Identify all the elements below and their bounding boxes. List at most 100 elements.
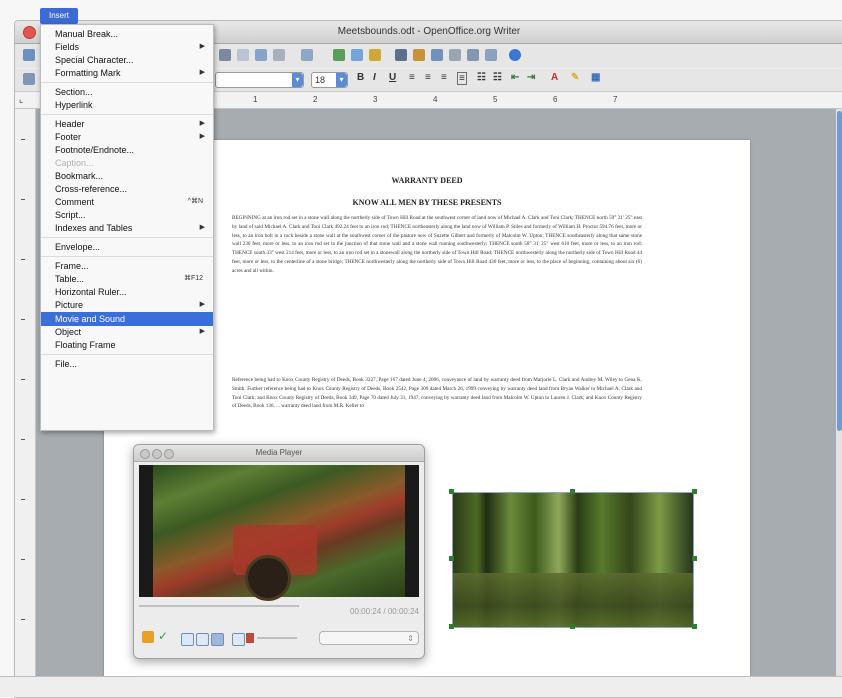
justify-icon[interactable]: ≡ xyxy=(457,72,467,85)
ruler-tick xyxy=(21,199,25,200)
menu-item-special-character[interactable]: Special Character... xyxy=(41,54,213,66)
seek-slider[interactable] xyxy=(139,605,299,607)
paste-icon[interactable] xyxy=(237,49,249,61)
video-frame xyxy=(153,465,405,601)
menu-item-formatting-mark[interactable]: Formatting Mark ▶ xyxy=(41,67,213,79)
menu-item-envelope[interactable]: Envelope... xyxy=(41,241,213,253)
play-button[interactable] xyxy=(181,633,194,646)
font-name-dropdown-icon[interactable]: ▾ xyxy=(292,73,303,87)
menu-item-horizontal-ruler[interactable]: Horizontal Ruler... xyxy=(41,286,213,298)
find-replace-icon[interactable] xyxy=(395,49,407,61)
checkmark-icon[interactable]: ✓ xyxy=(158,629,168,643)
help-icon[interactable] xyxy=(509,49,521,61)
menu-item-script[interactable]: Script... xyxy=(41,209,213,221)
menu-item-fields[interactable]: Fields ▶ xyxy=(41,41,213,53)
selection-handle[interactable] xyxy=(692,556,697,561)
tab-stop-icon[interactable]: ⌞ xyxy=(19,94,23,105)
styles-icon[interactable] xyxy=(23,73,35,85)
menu-item-label: Hyperlink xyxy=(55,100,93,110)
menu-item-footnote-endnote[interactable]: Footnote/Endnote... xyxy=(41,144,213,156)
increase-indent-icon[interactable]: ⇥ xyxy=(527,72,535,83)
menu-item-hyperlink[interactable]: Hyperlink xyxy=(41,99,213,111)
align-left-icon[interactable]: ≡ xyxy=(409,72,415,83)
bold-icon[interactable]: B xyxy=(357,72,364,83)
status-bar xyxy=(0,676,842,697)
background-color-icon[interactable]: ▦ xyxy=(591,72,600,83)
menu-item-object[interactable]: Object ▶ xyxy=(41,326,213,338)
bullets-icon[interactable]: ☷ xyxy=(493,72,502,83)
align-center-icon[interactable]: ≡ xyxy=(425,72,431,83)
menu-item-movie-and-sound[interactable]: Movie and Sound xyxy=(41,312,213,326)
menu-item-label: Comment xyxy=(55,197,95,207)
decrease-indent-icon[interactable]: ⇤ xyxy=(511,72,519,83)
video-tractor-wheel xyxy=(245,555,291,601)
menu-separator xyxy=(41,82,213,83)
menu-item-indexes-and-tables[interactable]: Indexes and Tables ▶ xyxy=(41,222,213,234)
inserted-forest-image[interactable] xyxy=(452,492,694,628)
selection-handle[interactable] xyxy=(692,624,697,629)
volume-slider[interactable] xyxy=(257,637,297,639)
selection-handle[interactable] xyxy=(449,556,454,561)
new-document-icon[interactable] xyxy=(23,49,35,61)
menu-item-cross-reference[interactable]: Cross-reference... xyxy=(41,183,213,195)
ruler-mark: 2 xyxy=(313,95,318,104)
menu-item-table[interactable]: Table... ⌘F12 xyxy=(41,273,213,285)
gallery-icon[interactable] xyxy=(431,49,443,61)
insert-menu-title[interactable]: Insert xyxy=(40,8,78,24)
redo-icon[interactable] xyxy=(301,49,313,61)
highlighting-icon[interactable]: ✎ xyxy=(571,72,579,83)
ruler-mark: 7 xyxy=(613,95,618,104)
menu-item-label: Floating Frame xyxy=(55,340,116,350)
ruler-mark: 5 xyxy=(493,95,498,104)
font-color-icon[interactable]: A xyxy=(551,72,558,83)
menu-item-shortcut: ⌘F12 xyxy=(183,275,203,282)
navigator-icon[interactable] xyxy=(413,49,425,61)
media-player-title: Media Player xyxy=(255,448,303,457)
undo-icon[interactable] xyxy=(273,49,285,61)
selection-handle[interactable] xyxy=(570,489,575,494)
menu-item-label: Bookmark... xyxy=(55,171,104,181)
pause-button[interactable] xyxy=(196,633,209,646)
selection-handle[interactable] xyxy=(692,489,697,494)
font-size-dropdown-icon[interactable]: ▾ xyxy=(336,73,347,87)
menu-item-caption: Caption... xyxy=(41,157,213,169)
font-size-combo[interactable]: 18 ▾ xyxy=(311,72,348,88)
format-paintbrush-icon[interactable] xyxy=(255,49,267,61)
menu-item-header[interactable]: Header ▶ xyxy=(41,118,213,130)
align-right-icon[interactable]: ≡ xyxy=(441,72,447,83)
menu-item-floating-frame[interactable]: Floating Frame xyxy=(41,339,213,351)
selection-handle[interactable] xyxy=(570,624,575,629)
stop-button[interactable] xyxy=(211,633,224,646)
menu-item-comment[interactable]: Comment ^⌘N xyxy=(41,196,213,208)
menu-item-file[interactable]: File... xyxy=(41,358,213,370)
nonprinting-characters-icon[interactable] xyxy=(467,49,479,61)
menu-item-frame[interactable]: Frame... xyxy=(41,260,213,272)
menu-item-picture[interactable]: Picture ▶ xyxy=(41,299,213,311)
copy-icon[interactable] xyxy=(219,49,231,61)
table-icon[interactable] xyxy=(351,49,363,61)
ruler-tick xyxy=(21,259,25,260)
numbering-icon[interactable]: ☷ xyxy=(477,72,486,83)
menu-item-bookmark[interactable]: Bookmark... xyxy=(41,170,213,182)
selection-handle[interactable] xyxy=(449,489,454,494)
mute-icon[interactable] xyxy=(246,633,254,643)
menu-item-footer[interactable]: Footer ▶ xyxy=(41,131,213,143)
zoom-icon[interactable] xyxy=(485,49,497,61)
hyperlink-icon[interactable] xyxy=(333,49,345,61)
font-name-combo[interactable]: ▾ xyxy=(215,72,304,88)
show-draw-functions-icon[interactable] xyxy=(369,49,381,61)
menu-item-section[interactable]: Section... xyxy=(41,86,213,98)
menu-separator xyxy=(41,114,213,115)
font-size-value: 18 xyxy=(315,75,326,85)
data-sources-icon[interactable] xyxy=(449,49,461,61)
zoom-select[interactable]: ⇕ xyxy=(319,631,419,645)
italic-icon[interactable]: I xyxy=(373,72,376,83)
selection-handle[interactable] xyxy=(449,624,454,629)
menu-item-manual-break[interactable]: Manual Break... xyxy=(41,28,213,40)
insert-media-icon[interactable] xyxy=(142,631,154,643)
vertical-scrollbar-thumb[interactable] xyxy=(837,111,842,431)
underline-icon[interactable]: U xyxy=(389,72,396,83)
repeat-button[interactable] xyxy=(232,633,245,646)
menu-item-label: Caption... xyxy=(55,158,94,168)
submenu-arrow-icon: ▶ xyxy=(199,301,205,308)
